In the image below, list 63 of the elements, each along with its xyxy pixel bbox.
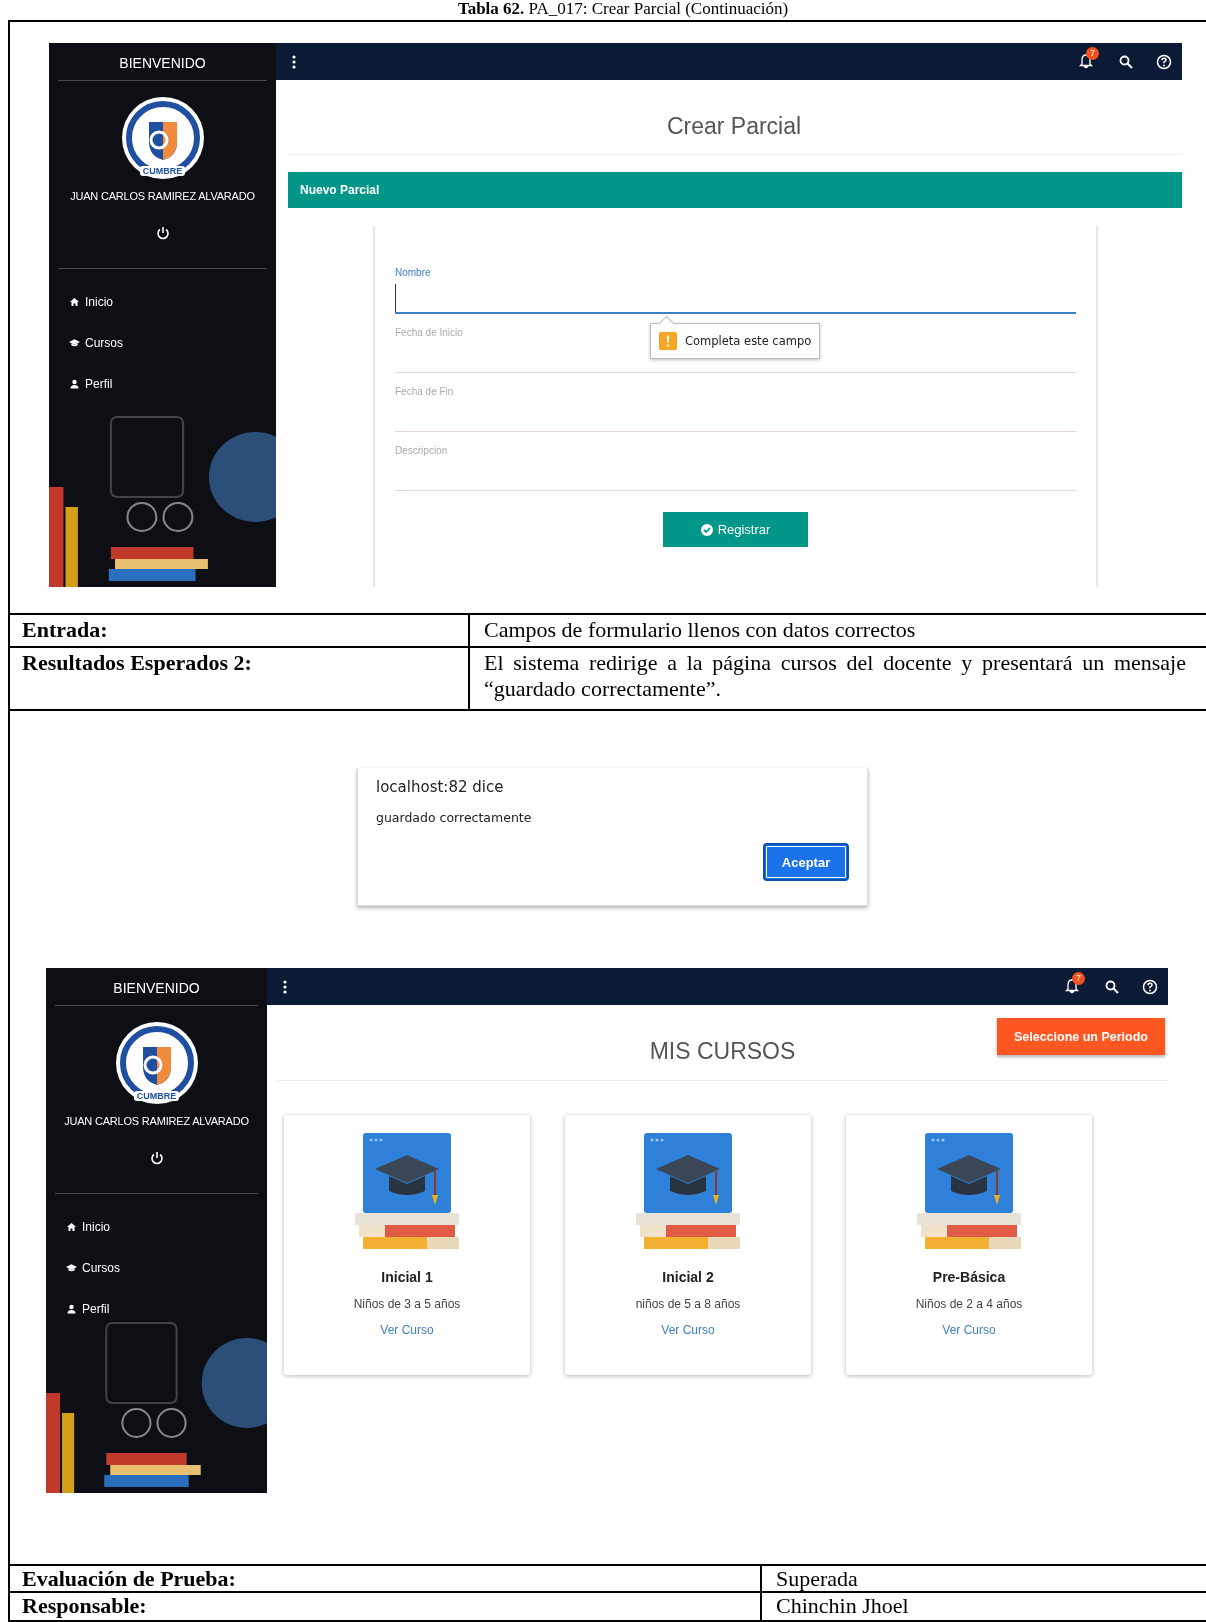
field-label: Fecha de Fin — [395, 386, 455, 397]
graduation-cap-icon — [66, 1263, 77, 1273]
course-name: Inicial 1 — [381, 1269, 433, 1285]
nav-link[interactable]: Cursos — [69, 336, 123, 350]
course-name: Pre-Básica — [932, 1269, 1006, 1285]
field-label: Descripcion — [395, 445, 449, 456]
power-icon[interactable] — [149, 1151, 164, 1165]
warning-icon — [659, 332, 677, 350]
help-icon[interactable] — [1142, 978, 1158, 995]
search-icon[interactable] — [1104, 978, 1120, 995]
more-icon[interactable] — [283, 978, 287, 995]
field-label: Nombre — [395, 267, 432, 278]
course-link[interactable]: Ver Curso — [380, 1323, 434, 1337]
check-circle-icon — [700, 523, 713, 536]
table-cell-text: Superada — [775, 1566, 859, 1591]
nav-link[interactable]: Inicio — [69, 295, 113, 309]
school-logo-icon — [114, 1021, 199, 1105]
course-link[interactable]: Ver Curso — [661, 1323, 715, 1337]
course-description: niños de 5 a 8 años — [635, 1297, 741, 1311]
page-title: Crear Parcial — [286, 80, 1182, 155]
nav-link[interactable]: Perfil — [66, 1302, 110, 1316]
welcome-title: BIENVENIDO — [58, 43, 267, 81]
table-cell-text: Campos de formulario llenos con datos correctos — [483, 616, 917, 644]
nav-link[interactable]: Inicio — [66, 1220, 110, 1234]
notification-badge: 7 — [1086, 46, 1099, 60]
user-name: JUAN CARLOS RAMIREZ ALVARADO — [70, 190, 255, 202]
table-cell: Resultados Esperados 2: — [10, 648, 470, 709]
accept-button[interactable]: Aceptar — [763, 843, 849, 881]
table-cell: Evaluación de Prueba: — [10, 1566, 762, 1591]
course-description: Niños de 3 a 5 años — [353, 1297, 461, 1311]
panel-header: Nuevo Parcial — [288, 172, 1182, 208]
register-button[interactable]: Registrar — [663, 512, 808, 547]
graduation-cap-icon — [69, 338, 80, 348]
search-icon[interactable] — [1118, 53, 1134, 70]
nav-link[interactable]: Perfil — [69, 377, 113, 391]
nav-link[interactable]: Cursos — [66, 1261, 120, 1275]
bell-icon[interactable] — [1078, 52, 1094, 69]
power-icon[interactable] — [155, 226, 170, 240]
notification-badge: 7 — [1072, 971, 1085, 985]
table-caption: Tabla 62. PA_017: Crear Parcial (Continuación) — [456, 0, 790, 20]
help-icon[interactable] — [1156, 53, 1172, 70]
table-cell: Entrada: — [10, 615, 470, 646]
table-cell: Responsable: — [10, 1593, 762, 1620]
logo-text: CUMBRE — [139, 166, 186, 176]
tooltip-text: Completa este campo — [685, 334, 812, 348]
course-link[interactable]: Ver Curso — [942, 1323, 996, 1337]
course-name: Inicial 2 — [662, 1269, 714, 1285]
person-icon — [69, 379, 80, 389]
school-logo-icon — [120, 96, 205, 180]
welcome-title: BIENVENIDO — [54, 968, 259, 1006]
home-icon — [69, 297, 80, 307]
table-cell-text: El sistema redirige a la página cursos del docente y presentará un mensaje “guardado correctamente”. — [483, 649, 1187, 703]
course-description: Niños de 2 a 4 años — [915, 1297, 1023, 1311]
more-icon[interactable] — [292, 53, 296, 70]
person-icon — [66, 1304, 77, 1314]
dialog-title: localhost:82 dice — [376, 778, 505, 796]
user-name: JUAN CARLOS RAMIREZ ALVARADO — [64, 1115, 249, 1127]
table-cell-text: Chinchin Jhoel — [775, 1593, 910, 1620]
field-label: Fecha de Inicio — [395, 327, 464, 338]
dialog-message: guardado correctamente — [376, 810, 533, 825]
logo-text: CUMBRE — [133, 1091, 180, 1101]
bell-icon[interactable] — [1064, 977, 1080, 994]
home-icon — [66, 1222, 77, 1232]
